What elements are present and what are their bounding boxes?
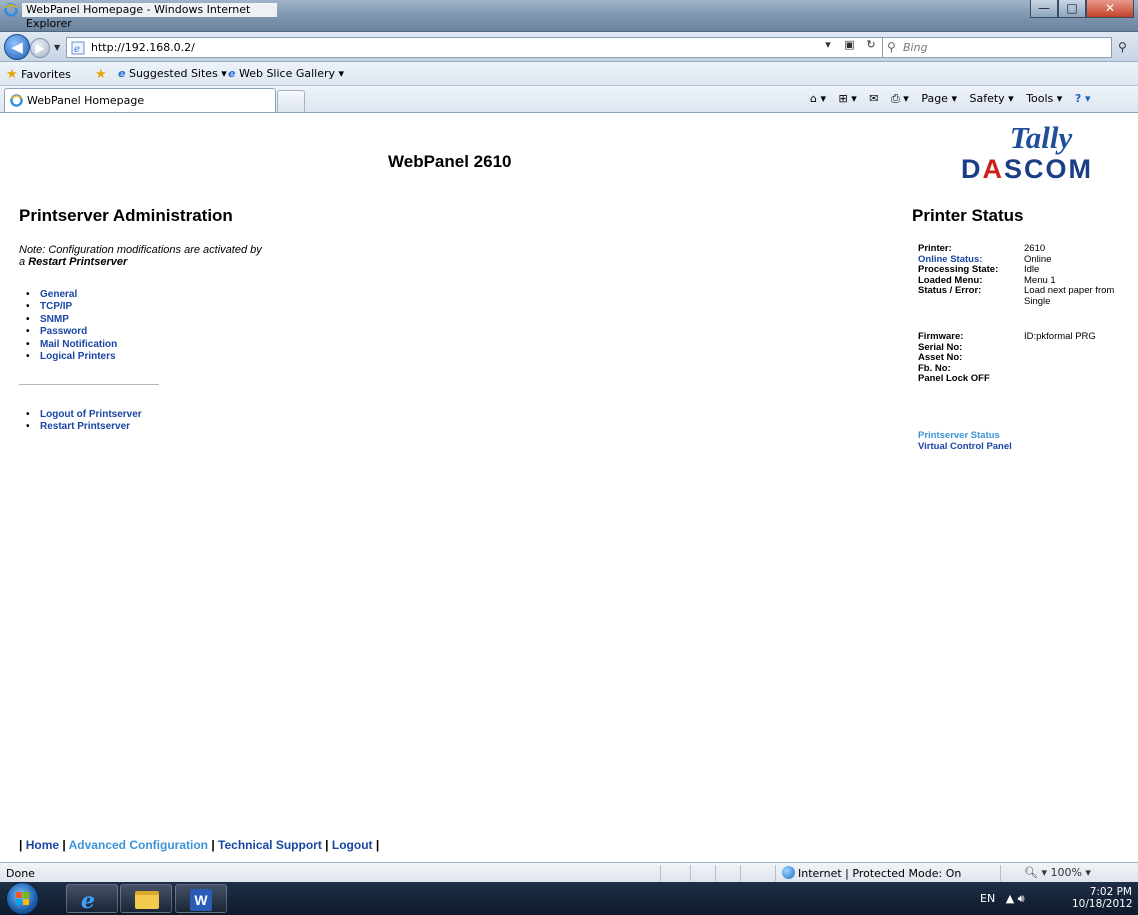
maximize-button[interactable]: □ — [1058, 0, 1086, 18]
search-icon[interactable]: ⚲ — [1118, 40, 1127, 54]
favorites-bar: ★ Favorites ★ e Suggested Sites ▾ e Web … — [0, 62, 1138, 86]
safety-menu[interactable]: Safety ▾ — [969, 92, 1013, 105]
address-dropdown-icon[interactable]: ▾ — [820, 38, 836, 51]
refresh-icon[interactable]: ↻ — [863, 38, 879, 51]
printserver-status-link[interactable]: Printserver Status — [918, 430, 1012, 442]
search-provider-icon: ⚲ — [887, 40, 896, 54]
virtual-control-panel-link[interactable]: Virtual Control Panel — [918, 441, 1012, 453]
menu-item-restart[interactable]: Restart Printserver — [40, 421, 142, 433]
close-button[interactable]: ✕ — [1086, 0, 1134, 18]
status-row-printer: Printer: 2610 — [918, 243, 1046, 254]
admin-heading: Printserver Administration — [19, 206, 233, 225]
address-bar[interactable]: e http://192.168.0.2/ — [66, 37, 891, 58]
add-favorites-icon[interactable]: ★ — [95, 67, 107, 82]
tools-menu[interactable]: Tools ▾ — [1026, 92, 1062, 105]
status-bar: Done Internet | Protected Mode: On 🔍︎ ▾ … — [0, 862, 1138, 882]
ie-page-icon: e — [228, 67, 236, 80]
footer-nav: | Home | Advanced Configuration | Techni… — [19, 838, 380, 852]
ie-logo-icon — [10, 94, 23, 107]
security-zone[interactable]: Internet | Protected Mode: On — [782, 866, 961, 880]
taskbar-explorer-button[interactable] — [120, 884, 172, 913]
new-tab-button[interactable] — [277, 90, 305, 112]
start-button[interactable] — [6, 882, 39, 915]
page-content: WebPanel 2610 Tally DASCOM Printserver A… — [0, 114, 1138, 862]
minimize-button[interactable]: — — [1030, 0, 1058, 18]
status-row-processing: Processing State: Idle — [918, 264, 1040, 275]
footer-support-link[interactable]: Technical Support — [218, 838, 322, 852]
menu-item-logical-printers[interactable]: Logical Printers — [40, 351, 117, 363]
print-icon[interactable]: ⎙ ▾ — [891, 92, 909, 105]
help-icon[interactable]: ? ▾ — [1075, 92, 1091, 105]
status-row-error: Status / Error: Load next paper from Sing… — [918, 285, 1115, 307]
ie-logo-icon: e — [81, 888, 95, 914]
menu-item-snmp[interactable]: SNMP — [40, 314, 117, 326]
page-title: WebPanel 2610 — [388, 152, 512, 171]
star-icon: ★ — [6, 67, 18, 82]
suggested-sites-link[interactable]: e Suggested Sites ▾ — [118, 67, 227, 80]
config-note: Note: Configuration modifications are ac… — [19, 244, 262, 268]
folder-icon — [135, 891, 159, 909]
ie-page-icon: e — [118, 67, 126, 80]
tally-dascom-logo: Tally DASCOM — [930, 122, 1112, 192]
fw-row-asset: Asset No: — [918, 352, 963, 363]
search-box[interactable]: ⚲ Bing — [882, 37, 1112, 58]
firmware-table: Firmware: ID:pkformal PRG Serial No: Asse… — [918, 331, 1096, 385]
home-icon[interactable]: ⌂ ▾ — [810, 92, 826, 105]
session-menu: Logout of Printserver Restart Printserve… — [40, 409, 142, 434]
system-tray[interactable]: EN ▲ 🔊︎ — [980, 892, 1025, 906]
word-icon: W — [190, 889, 212, 911]
tab-bar: WebPanel Homepage ⌂ ▾ ⊞ ▾ ✉ ⎙ ▾ Page ▾ S… — [0, 86, 1138, 113]
svg-text:e: e — [74, 44, 80, 55]
search-placeholder[interactable]: Bing — [903, 41, 928, 54]
globe-icon — [782, 866, 795, 879]
divider — [19, 384, 159, 385]
page-icon: e — [71, 41, 85, 55]
ie-logo-icon — [4, 3, 18, 17]
menu-item-mail-notification[interactable]: Mail Notification — [40, 339, 117, 351]
footer-advanced-link[interactable]: Advanced Configuration — [69, 838, 208, 852]
side-links: Printserver Status Virtual Control Panel — [918, 430, 1012, 453]
taskbar-word-button[interactable]: W — [175, 884, 227, 913]
window-title-bar: WebPanel Homepage - Windows Internet Exp… — [0, 0, 1138, 32]
taskbar: e W EN ▲ 🔊︎ 7:02 PM 10/18/2012 — [0, 882, 1138, 915]
tray-icons: ▲ 🔊︎ — [1005, 892, 1025, 905]
menu-item-password[interactable]: Password — [40, 326, 117, 338]
zoom-control[interactable]: 🔍︎ ▾ 100% ▾ — [1024, 866, 1091, 879]
admin-menu: General TCP/IP SNMP Password Mail Notifi… — [40, 289, 117, 363]
fw-row-firmware: Firmware: ID:pkformal PRG — [918, 331, 1096, 342]
menu-item-general[interactable]: General — [40, 289, 117, 301]
footer-home-link[interactable]: Home — [26, 838, 59, 852]
compatibility-view-icon[interactable]: ▣ — [842, 38, 858, 51]
taskbar-ie-button[interactable]: e — [66, 884, 118, 914]
clock[interactable]: 7:02 PM 10/18/2012 — [1072, 886, 1133, 910]
mail-icon[interactable]: ✉ — [869, 92, 878, 105]
history-dropdown-icon[interactable]: ▼ — [54, 43, 60, 52]
feeds-icon[interactable]: ⊞ ▾ — [839, 92, 857, 105]
window-title: WebPanel Homepage - Windows Internet Exp… — [22, 3, 277, 30]
fw-row-panel-lock: Panel Lock OFF — [918, 373, 990, 384]
navigation-bar: ◀ ▶ ▼ e http://192.168.0.2/ ▾ ▣ ↻ ✕ ⚲ Bi… — [0, 32, 1138, 62]
back-button[interactable]: ◀ — [4, 34, 30, 60]
tab-webpanel-homepage[interactable]: WebPanel Homepage — [4, 88, 276, 112]
web-slice-gallery-link[interactable]: e Web Slice Gallery ▾ — [228, 67, 344, 80]
favorites-button[interactable]: ★ Favorites — [6, 67, 71, 82]
forward-button[interactable]: ▶ — [30, 38, 50, 58]
printer-status-table: Printer: 2610 Online Status: Online Proces… — [918, 243, 1124, 307]
address-url[interactable]: http://192.168.0.2/ — [91, 41, 195, 54]
status-text: Done — [6, 867, 35, 880]
windows-flag-icon — [16, 892, 30, 906]
command-bar: ⌂ ▾ ⊞ ▾ ✉ ⎙ ▾ Page ▾ Safety ▾ Tools ▾ ? … — [810, 92, 1100, 106]
printer-status-heading: Printer Status — [912, 206, 1024, 225]
menu-item-logout[interactable]: Logout of Printserver — [40, 409, 142, 421]
menu-item-tcpip[interactable]: TCP/IP — [40, 301, 117, 313]
footer-logout-link[interactable]: Logout — [332, 838, 373, 852]
page-menu[interactable]: Page ▾ — [921, 92, 957, 105]
